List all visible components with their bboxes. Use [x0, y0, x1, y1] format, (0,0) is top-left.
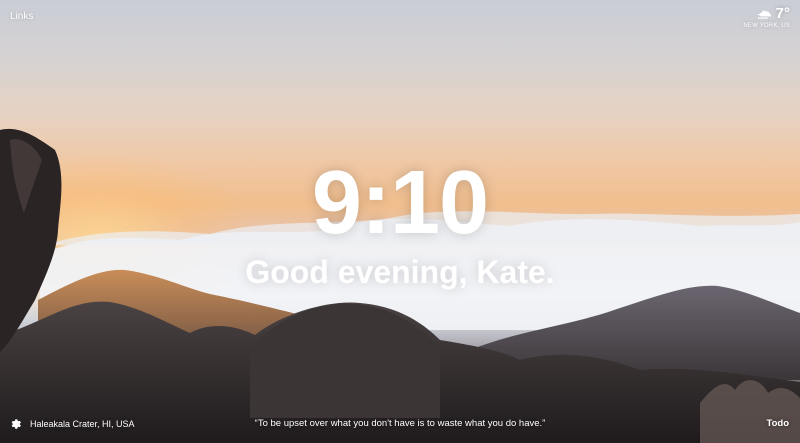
todo-button[interactable]: Todo — [766, 418, 789, 429]
wind-cloud-icon — [757, 10, 771, 19]
dashboard-screen: Links 7° NEW YORK, US 9:10 Good evening,… — [0, 0, 800, 443]
temperature-value: 7° — [775, 5, 790, 22]
weather-widget[interactable]: 7° NEW YORK, US — [743, 5, 790, 29]
main-focus-area: 9:10 Good evening, Kate. — [0, 156, 800, 290]
weather-location: NEW YORK, US — [743, 23, 790, 29]
daily-quote[interactable]: “To be upset over what you don't have is… — [0, 418, 800, 429]
shrub-right — [700, 380, 800, 443]
greeting-message: Good evening, Kate. — [245, 254, 555, 290]
clock-time[interactable]: 9:10 — [0, 156, 800, 250]
links-link[interactable]: Links — [10, 11, 33, 22]
weather-summary[interactable]: 7° — [743, 5, 790, 22]
